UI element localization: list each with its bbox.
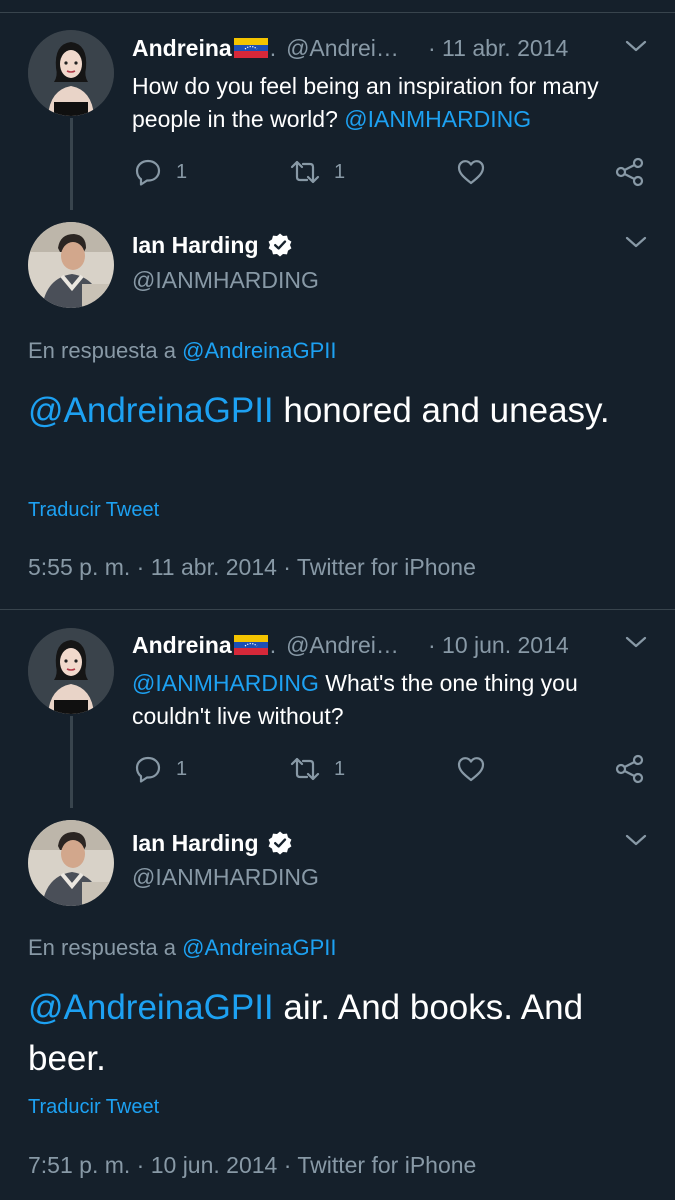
in-reply-user-link[interactable]: @AndreinaGPII — [182, 935, 336, 960]
author-name[interactable]: Ian Harding — [132, 830, 259, 857]
reply-button[interactable]: 1 — [134, 755, 187, 783]
andreina-avatar-image — [28, 30, 114, 116]
avatar-andreina[interactable] — [28, 30, 114, 116]
retweet-button[interactable]: 1 — [288, 755, 345, 783]
author-name[interactable]: Andreina — [132, 35, 232, 62]
in-reply-to: En respuesta a @AndreinaGPII — [28, 338, 337, 364]
thread-connector — [70, 716, 73, 808]
chevron-down-icon[interactable] — [624, 38, 648, 54]
reply-icon — [135, 159, 161, 186]
avatar-ian-harding[interactable] — [28, 820, 114, 906]
thread-divider — [0, 609, 675, 610]
share-button[interactable] — [614, 754, 646, 784]
in-reply-to: En respuesta a @AndreinaGPII — [28, 935, 337, 961]
author-handle[interactable]: @IANMHARDING — [132, 862, 319, 892]
mention-link[interactable]: @IANMHARDING — [344, 106, 531, 132]
mention-link[interactable]: @IANMHARDING — [132, 670, 319, 696]
retweet-icon — [290, 160, 320, 184]
share-button[interactable] — [614, 157, 646, 187]
tweet-timestamp: 7:51 p. m. · 10 jun. 2014 · Twitter for … — [28, 1152, 476, 1179]
author-handle[interactable]: @Andrei… — [286, 35, 399, 62]
in-reply-prefix: En respuesta a — [28, 935, 183, 960]
retweet-icon — [290, 757, 320, 781]
share-icon — [615, 157, 644, 187]
reply-count: 1 — [176, 757, 188, 780]
tweet-text: @AndreinaGPII honored and uneasy. — [28, 385, 648, 436]
tweet-text: How do you feel being an inspiration for… — [132, 70, 652, 136]
tweet-date[interactable]: · 10 jun. 2014 — [428, 631, 569, 659]
verified-badge-icon — [268, 233, 291, 257]
author-handle[interactable]: @Andrei… — [286, 632, 399, 659]
retweet-count: 1 — [334, 160, 346, 183]
mention-link[interactable]: @AndreinaGPII — [28, 988, 274, 1027]
venezuela-flag-icon — [233, 38, 268, 58]
tweet-text-body: honored and uneasy. — [273, 391, 610, 430]
translate-tweet-link[interactable]: Traducir Tweet — [28, 499, 159, 522]
reply-tweet-header: Ian Harding — [132, 230, 293, 260]
tweet-timestamp: 5:55 p. m. · 11 abr. 2014 · Twitter for … — [28, 554, 476, 581]
tweet-text: @AndreinaGPII air. And books. And beer. — [28, 982, 648, 1084]
author-handle-text: @IANMHARDING — [132, 266, 319, 293]
translate-label: Traducir Tweet — [28, 499, 160, 521]
heart-icon — [457, 757, 485, 782]
parent-tweet-header: Andreina . @Andrei… — [132, 631, 399, 659]
reply-count: 1 — [176, 160, 188, 183]
ian-avatar-image — [28, 222, 114, 308]
translate-label: Traducir Tweet — [28, 1096, 160, 1118]
translate-tweet-link[interactable]: Traducir Tweet — [28, 1096, 159, 1119]
reply-button[interactable]: 1 — [134, 158, 187, 186]
verified-badge-icon — [268, 831, 291, 855]
timestamp-text: 7:51 p. m. · 10 jun. 2014 · Twitter for … — [28, 1152, 477, 1178]
andreina-avatar-image — [28, 628, 114, 714]
retweet-button[interactable]: 1 — [288, 158, 345, 186]
tweet-date-text: · 10 jun. 2014 — [428, 631, 569, 658]
mention-link[interactable]: @AndreinaGPII — [28, 391, 274, 430]
tweet-date-text: · 11 abr. 2014 — [428, 34, 569, 61]
reply-icon — [135, 756, 161, 783]
author-handle[interactable]: @IANMHARDING — [132, 265, 319, 295]
like-button[interactable] — [456, 755, 486, 783]
tweet-text: @IANMHARDING What's the one thing you co… — [132, 667, 652, 733]
handle-dot: . — [269, 34, 277, 61]
tweet-date[interactable]: · 11 abr. 2014 — [428, 34, 568, 62]
thread-connector — [70, 118, 73, 210]
like-button[interactable] — [456, 158, 486, 186]
author-name[interactable]: Ian Harding — [132, 232, 259, 259]
in-reply-user-link[interactable]: @AndreinaGPII — [182, 338, 336, 363]
avatar-ian-harding[interactable] — [28, 222, 114, 308]
parent-tweet-header: Andreina . @Andrei… — [132, 34, 399, 62]
ian-avatar-image — [28, 820, 114, 906]
avatar-andreina[interactable] — [28, 628, 114, 714]
timestamp-text: 5:55 p. m. · 11 abr. 2014 · Twitter for … — [28, 554, 476, 580]
chevron-down-icon[interactable] — [624, 234, 648, 250]
in-reply-prefix: En respuesta a — [28, 338, 183, 363]
retweet-count: 1 — [334, 757, 346, 780]
heart-icon — [457, 160, 485, 185]
share-icon — [615, 754, 644, 784]
chevron-down-icon[interactable] — [624, 634, 648, 650]
top-divider — [0, 12, 675, 13]
author-handle-text: @IANMHARDING — [132, 863, 319, 890]
reply-tweet-header: Ian Harding — [132, 828, 293, 858]
author-name[interactable]: Andreina — [132, 632, 232, 659]
handle-dot: . — [269, 631, 277, 658]
chevron-down-icon[interactable] — [624, 832, 648, 848]
venezuela-flag-icon — [233, 635, 268, 655]
